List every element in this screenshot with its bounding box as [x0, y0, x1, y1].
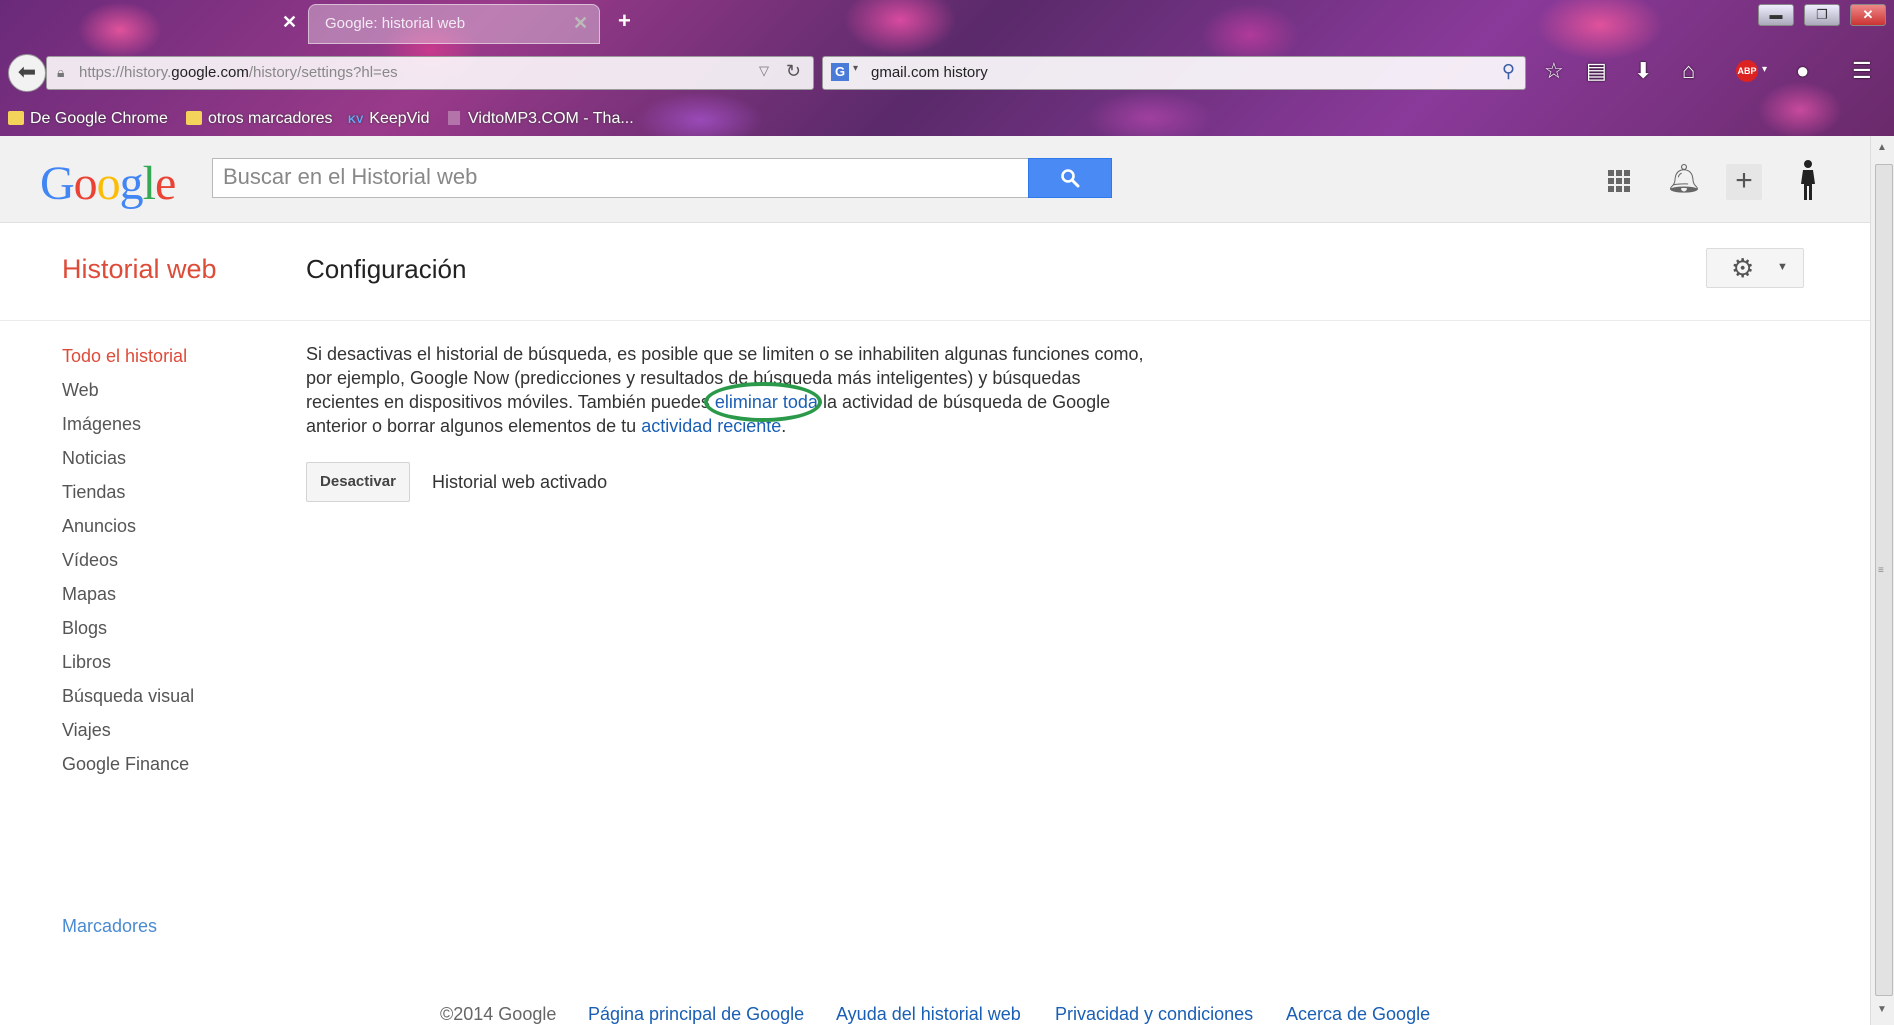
share-plus-button[interactable]: + [1726, 164, 1762, 200]
chevron-down-icon: ▼ [1777, 261, 1788, 273]
notifications-bell-icon[interactable]: 🔔︎ [1666, 162, 1702, 195]
window-close-button[interactable]: ✕ [1850, 4, 1886, 26]
avatar[interactable] [1794, 158, 1822, 202]
section-title[interactable]: Historial web [62, 254, 217, 285]
url-text: https://history.google.com/history/setti… [79, 64, 398, 81]
sidebar-item-búsqueda-visual[interactable]: Búsqueda visual [62, 686, 194, 707]
search-engine-icon[interactable]: G [831, 63, 849, 81]
lock-icon: 🔒︎ [57, 64, 65, 80]
sidebar-item-web[interactable]: Web [62, 380, 99, 401]
home-icon[interactable]: ⌂ [1682, 58, 1695, 84]
download-icon[interactable]: ⬇ [1634, 58, 1652, 84]
tab-active[interactable]: Google: historial web ✕ [308, 4, 600, 44]
bookmark-vidtomp3[interactable]: VidtoMP3.COM - Tha... [448, 110, 634, 128]
sidebar-item-noticias[interactable]: Noticias [62, 448, 126, 469]
engine-caret-icon[interactable]: ▾ [853, 63, 858, 74]
adblock-icon[interactable]: ABP [1736, 60, 1758, 82]
url-dropdown-icon[interactable]: ▽ [759, 63, 769, 79]
deactivate-button[interactable]: Desactivar [306, 462, 410, 502]
tab-inactive[interactable]: ✕ [0, 4, 300, 42]
sidebar-item-viajes[interactable]: Viajes [62, 720, 111, 741]
sidebar-item-mapas[interactable]: Mapas [62, 584, 116, 605]
reload-icon[interactable]: ↻ [786, 61, 801, 82]
sidebar-link-bookmarks[interactable]: Marcadores [62, 916, 157, 937]
address-bar[interactable]: 🔒︎ https://history.google.com/history/se… [46, 56, 814, 90]
google-header: Google 🔔︎ + [0, 136, 1870, 223]
back-button[interactable]: ⬅ [8, 54, 46, 92]
scroll-up-arrow-icon[interactable]: ▲ [1877, 142, 1887, 153]
subheader: Historial web Configuración ⚙ ▼ [0, 222, 1870, 321]
bookmark-folder-other[interactable]: otros marcadores [186, 110, 333, 128]
browser-search-query: gmail.com history [871, 64, 988, 81]
logo-letter: G [40, 157, 75, 210]
footer-link-google-home[interactable]: Página principal de Google [588, 1004, 804, 1025]
history-search-box[interactable] [212, 158, 1028, 198]
footer-link-about[interactable]: Acerca de Google [1286, 1004, 1430, 1025]
browser-search-bar[interactable]: G ▾ gmail.com history ⚲ [822, 56, 1526, 90]
menu-icon[interactable]: ☰ [1852, 58, 1872, 84]
logo-letter: g [119, 157, 144, 210]
scroll-thumb[interactable]: ≡ [1875, 164, 1893, 996]
sidebar-item-todo-el-historial[interactable]: Todo el historial [62, 346, 187, 367]
browser-chrome: ✕ Google: historial web ✕ + ▬ ❐ ✕ ⬅ 🔒︎ h… [0, 0, 1894, 136]
apps-grid-icon[interactable] [1608, 170, 1630, 192]
back-arrow-icon: ⬅ [17, 59, 37, 84]
highlight-circle-annotation [704, 382, 822, 422]
sidebar-item-anuncios[interactable]: Anuncios [62, 516, 136, 537]
keepvid-icon: KV [348, 114, 364, 126]
sidebar-item-tiendas[interactable]: Tiendas [62, 482, 125, 503]
magnifier-icon [1061, 169, 1080, 188]
logo-letter: e [155, 157, 176, 210]
sidebar-item-google-finance[interactable]: Google Finance [62, 754, 189, 775]
footer-link-history-help[interactable]: Ayuda del historial web [836, 1004, 1021, 1025]
bookmarks-bar: De Google Chrome otros marcadores KV Keep… [0, 106, 1894, 132]
sidebar-item-imágenes[interactable]: Imágenes [62, 414, 141, 435]
sidebar-item-libros[interactable]: Libros [62, 652, 111, 673]
page-scrollbar[interactable]: ▲ ≡ ▼ [1870, 136, 1894, 1025]
google-logo[interactable]: Google [40, 156, 176, 211]
tab-close-icon[interactable]: ✕ [573, 13, 588, 34]
page-title: Configuración [306, 254, 467, 284]
window-minimize-button[interactable]: ▬ [1758, 4, 1794, 26]
folder-icon [186, 111, 202, 125]
settings-button[interactable]: ⚙ ▼ [1706, 248, 1804, 288]
tab-close-icon[interactable]: ✕ [282, 12, 297, 33]
logo-letter: o [73, 157, 98, 210]
bookmark-folder-chrome[interactable]: De Google Chrome [8, 110, 168, 128]
page-icon [448, 111, 460, 125]
reading-list-icon[interactable]: ▤ [1586, 58, 1607, 84]
history-search-input[interactable] [213, 159, 1023, 195]
extension-icon[interactable]: ● [1796, 58, 1809, 84]
footer-copyright: ©2014 Google [440, 1004, 557, 1024]
sidebar-item-blogs[interactable]: Blogs [62, 618, 107, 639]
adblock-caret-icon[interactable]: ▾ [1762, 64, 1767, 75]
tab-title: Google: historial web [325, 15, 466, 32]
search-go-icon[interactable]: ⚲ [1502, 61, 1515, 82]
gear-icon: ⚙ [1731, 253, 1755, 283]
star-icon[interactable]: ☆ [1544, 58, 1564, 84]
sidebar-item-vídeos[interactable]: Vídeos [62, 550, 118, 571]
page-content: Google 🔔︎ + Historial web Configuración … [0, 136, 1870, 1025]
bookmark-keepvid[interactable]: KV KeepVid [348, 110, 429, 128]
scroll-grip-icon: ≡ [1878, 565, 1884, 576]
new-tab-button[interactable]: + [618, 8, 631, 34]
footer-link-privacy[interactable]: Privacidad y condiciones [1055, 1004, 1253, 1025]
history-search-button[interactable] [1028, 158, 1112, 198]
history-status-text: Historial web activado [432, 472, 608, 492]
logo-letter: l [142, 157, 156, 210]
scroll-down-arrow-icon[interactable]: ▼ [1877, 1004, 1887, 1015]
logo-letter: o [96, 157, 121, 210]
folder-icon [8, 111, 24, 125]
window-maximize-button[interactable]: ❐ [1804, 4, 1840, 26]
